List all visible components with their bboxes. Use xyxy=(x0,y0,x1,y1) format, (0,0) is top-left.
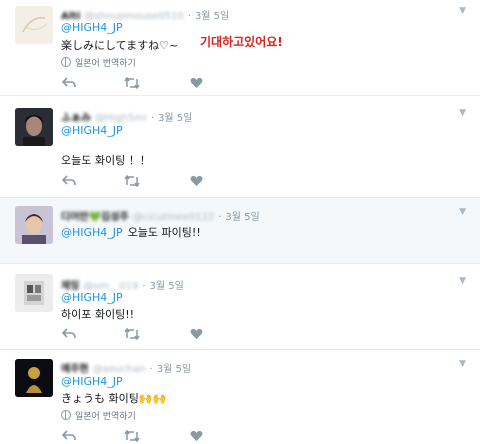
translate-label: 일본어 번역하기 xyxy=(75,412,136,422)
tweet-header: Alti @shoupmouse0510 · 3월 5일 xyxy=(61,7,229,22)
tweet-date[interactable]: 3월 5일 xyxy=(225,212,259,223)
tweet-text: きょうも 화이팅🙌🙌 xyxy=(61,392,167,405)
tweet-text: 하이포 화이팅!! xyxy=(61,308,135,321)
tweet-header: ふぁみ @High5mi · 3월 5일 xyxy=(61,109,192,124)
reply-mention[interactable]: @HIGH4_JP xyxy=(61,21,123,34)
retweet-icon[interactable] xyxy=(124,77,140,89)
separator: · xyxy=(187,11,191,22)
avatar[interactable] xyxy=(15,6,53,44)
reply-mention[interactable]: @HIGH4_JP xyxy=(61,124,123,137)
chevron-down-icon[interactable]: ▼ xyxy=(459,6,466,16)
user-handle[interactable]: @aeuchan xyxy=(93,364,146,375)
tweet-2[interactable]: ふぁみ @High5mi · 3월 5일 ▼ @HIGH4_JP 오늘도 화이팅 ！！ xyxy=(0,96,480,198)
reply-mention[interactable]: @HIGH4_JP xyxy=(61,375,123,388)
reply-icon[interactable] xyxy=(62,328,76,340)
like-icon[interactable] xyxy=(190,175,203,187)
globe-icon xyxy=(61,57,71,67)
tweet-header: 예주현 @aeuchan · 3월 5일 xyxy=(61,360,191,375)
translate-link[interactable]: 일본어 번역하기 xyxy=(61,56,136,69)
user-handle[interactable]: @cicutmee0122 xyxy=(133,212,215,223)
display-name[interactable]: 예주현 xyxy=(61,364,89,375)
tweet-text: 楽しみにしてますね♡~ xyxy=(61,39,179,52)
avatar-image xyxy=(15,274,53,312)
chevron-down-icon[interactable]: ▼ xyxy=(459,108,466,118)
tweet-date[interactable]: 3월 5일 xyxy=(157,364,191,375)
translate-label: 일본어 번역하기 xyxy=(75,59,136,69)
reply-icon[interactable] xyxy=(62,430,76,442)
like-icon[interactable] xyxy=(190,328,203,340)
separator: · xyxy=(149,364,153,375)
tweet-3[interactable]: 디어만💚김성주 @cicutmee0122 · 3월 5일 ▼ @HIGH4_JP 오늘… xyxy=(0,198,480,264)
chevron-down-icon[interactable]: ▼ xyxy=(459,359,466,369)
like-icon[interactable] xyxy=(190,430,203,442)
tweet-text: 오늘도 파이팅!! xyxy=(127,226,201,239)
translate-link[interactable]: 일본어 번역하기 xyxy=(61,409,136,422)
avatar-image xyxy=(15,206,53,244)
avatar[interactable] xyxy=(15,274,53,312)
display-name[interactable]: ふぁみ xyxy=(61,113,91,124)
retweet-icon[interactable] xyxy=(124,328,140,340)
avatar-image xyxy=(22,17,48,33)
tweet-date[interactable]: 3월 5일 xyxy=(158,113,192,124)
tweet-header: 디어만💚김성주 @cicutmee0122 · 3월 5일 xyxy=(61,208,260,223)
annotation-overlay: 기대하고있어요! xyxy=(200,35,283,49)
mention-handle[interactable]: @HIGH4_JP xyxy=(61,226,123,239)
tweet-4[interactable]: 제밍 @om__019 · 3월 5일 ▼ @HIGH4_JP 하이포 화이팅!! xyxy=(0,264,480,350)
separator: · xyxy=(150,113,155,124)
tweet-date[interactable]: 3월 5일 xyxy=(195,11,229,22)
tweet-header: 제밍 @om__019 · 3월 5일 xyxy=(61,277,184,292)
chevron-down-icon[interactable]: ▼ xyxy=(459,207,466,217)
display-name[interactable]: 디어만💚김성주 xyxy=(61,212,129,223)
reply-icon[interactable] xyxy=(62,77,76,89)
avatar[interactable] xyxy=(15,206,53,244)
avatar[interactable] xyxy=(15,108,53,146)
separator: · xyxy=(142,281,146,292)
reply-icon[interactable] xyxy=(62,175,76,187)
avatar-image xyxy=(15,108,53,146)
tweet-date[interactable]: 3월 5일 xyxy=(150,281,184,292)
reply-mention[interactable]: @HIGH4_JP 오늘도 파이팅!! xyxy=(61,224,201,240)
tweet-5[interactable]: 예주현 @aeuchan · 3월 5일 ▼ @HIGH4_JP きょうも 화이팅🙌🙌… xyxy=(0,350,480,443)
retweet-icon[interactable] xyxy=(124,430,140,442)
retweet-icon[interactable] xyxy=(124,175,140,187)
separator: · xyxy=(218,212,222,223)
avatar[interactable] xyxy=(15,359,53,397)
globe-icon xyxy=(61,410,71,420)
chevron-down-icon[interactable]: ▼ xyxy=(459,276,466,286)
like-icon[interactable] xyxy=(190,77,203,89)
tweet-text: 오늘도 화이팅 ！！ xyxy=(61,154,151,167)
reply-mention[interactable]: @HIGH4_JP xyxy=(61,291,123,304)
user-handle[interactable]: @High5mi xyxy=(95,113,147,124)
avatar-image xyxy=(15,359,53,397)
